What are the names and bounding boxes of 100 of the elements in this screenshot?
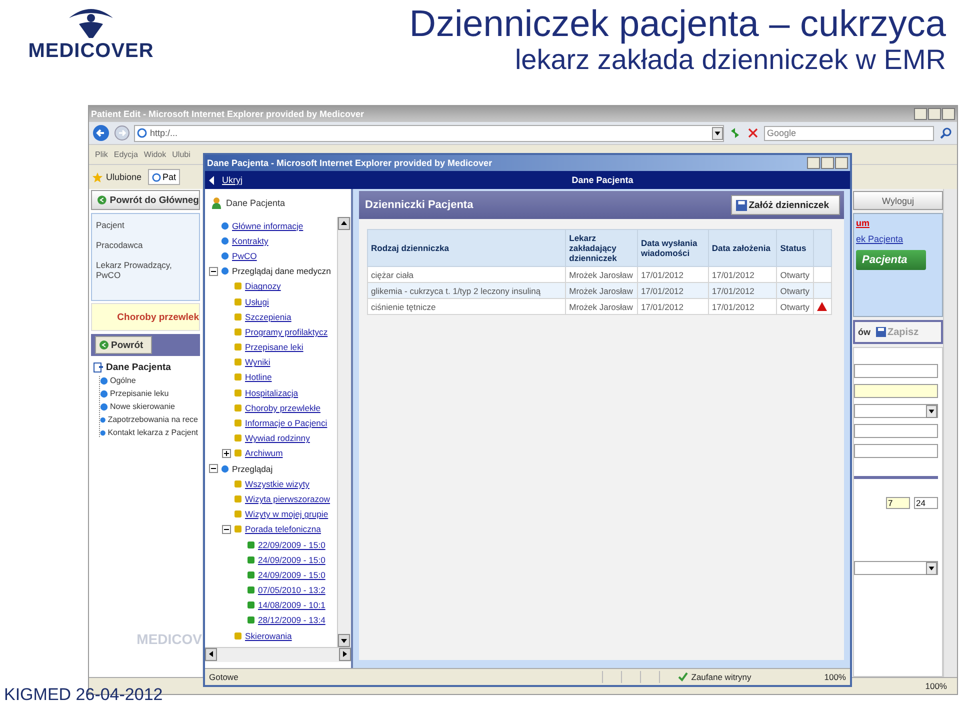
bullet-icon [234,449,242,458]
scrollbar[interactable] [337,217,351,647]
logout-button[interactable]: Wyloguj [853,191,943,210]
home-button[interactable]: Powrót do Główneg [91,190,200,210]
menu-item[interactable]: Edycja [114,150,138,159]
stop-icon[interactable] [746,126,760,140]
column-header: Status [776,230,814,266]
scroll-right-icon[interactable] [339,648,351,661]
scroll-left-icon[interactable] [205,648,217,661]
tree-link[interactable]: Archiwum [245,448,283,458]
input-field[interactable] [854,364,938,378]
patient-button[interactable]: Pacjenta [856,250,926,270]
slide-title: Dzienniczek pacjenta – cukrzyca [409,4,946,44]
bullet-icon [100,376,108,384]
zoom-level[interactable]: 100% [925,681,947,691]
scrollbar[interactable] [205,647,351,662]
bullet-icon [234,373,242,382]
tree-link[interactable]: 24/09/2009 - 15:0 [258,554,326,565]
field-label: Pracodawca [96,240,144,250]
tree-link[interactable]: PwCO [232,250,257,261]
alert-banner: Choroby przewlek [91,303,200,331]
dropdown-field[interactable] [854,561,938,575]
checkmark-icon [678,672,688,682]
bullet-icon [234,282,242,290]
hide-link[interactable]: Ukryj [222,175,242,185]
tree-item[interactable]: Przepisanie leku [110,389,169,398]
create-diary-button[interactable]: Załóż dzienniczek [730,195,840,215]
bullet-icon [100,428,106,436]
bullet-icon [234,343,242,352]
input-field[interactable] [854,444,938,458]
favorites-button[interactable]: Ulubione [92,172,142,182]
scroll-down-icon[interactable] [338,634,350,647]
tree-item[interactable]: Nowe skierowanie [110,402,175,411]
alert-link[interactable]: um [856,218,940,228]
menu-item[interactable]: Widok [144,150,166,159]
tree-item[interactable]: Dane Pacjenta [93,362,198,373]
toolbar-item[interactable]: ów [858,327,870,337]
slide-footer: KIGMED 26-04-2012 [4,685,163,705]
bullet-icon [234,388,242,397]
dropdown-field[interactable] [854,404,938,418]
scrollbar[interactable] [943,189,957,677]
tree-link[interactable]: Kontrakty [232,236,268,246]
tree-link[interactable]: 22/09/2009 - 15:0 [258,540,326,550]
tree-item[interactable]: Zapotrzebowania na rece [108,415,198,424]
tree-link[interactable]: Hospitalizacja [245,388,298,398]
search-icon[interactable] [938,126,954,140]
tree-link[interactable]: Wizyty w mojej grupie [245,509,328,520]
tree-item[interactable]: Kontakt lekarza z Pacjent [108,428,198,437]
tree-link[interactable]: Informacje o Pacjenci [245,418,328,428]
tree-link[interactable]: Wywiad rodzinny [245,433,310,444]
collapse-toggle-icon[interactable] [209,464,218,474]
tree-link[interactable]: Programy profilaktycz [245,326,328,337]
collapse-toggle-icon[interactable] [222,524,231,534]
patient-link[interactable]: ek Pacjenta [856,234,940,244]
tree-link[interactable]: Porada telefoniczna [245,524,321,534]
tree-item[interactable]: Ogólne [110,376,136,385]
address-bar[interactable]: http:/... [134,124,724,142]
tree-link[interactable]: Usługi [245,296,269,307]
bullet-icon [247,556,255,564]
tree-link[interactable]: Wszystkie wizyty [245,478,310,489]
browser-tab[interactable]: Pat [148,169,180,185]
tree-link[interactable]: Wizyta pierwszorazow [245,494,330,504]
menu-item[interactable]: Plik [95,150,108,159]
scroll-up-icon[interactable] [338,217,350,230]
return-button[interactable]: Powrót [95,336,152,354]
column-header: Data założenia [708,230,777,266]
tree-item[interactable]: Przeglądaj [232,464,273,474]
bullet-icon [221,252,229,260]
zoom-level[interactable]: 100% [824,672,846,682]
tree-link[interactable]: Diagnozy [245,281,281,292]
tree-link[interactable]: Główne informacje [232,220,304,231]
tree-item[interactable]: Przeglądaj dane medyczn [232,266,331,276]
bullet-icon [234,358,242,366]
tree-link[interactable]: Choroby przewlekłe [245,402,320,413]
bullet-icon [234,419,242,428]
tree-link[interactable]: Wyniki [245,357,270,368]
table-cell: 17/01/2012 [637,298,708,314]
collapse-toggle-icon[interactable] [209,266,218,276]
tree-link[interactable]: Hotline [245,372,272,382]
bullet-icon [234,298,242,306]
tree-link[interactable]: 24/09/2009 - 15:0 [258,570,326,580]
menu-item[interactable]: Ulubi [172,150,190,159]
expand-toggle-icon[interactable] [222,448,231,458]
bullet-icon [247,540,255,549]
number-field[interactable]: 7 [886,497,910,509]
tree-link[interactable]: Szczepienia [245,312,292,322]
bullet-icon [100,390,108,398]
bullet-icon [234,510,242,518]
tree-link[interactable]: 07/05/2010 - 13:2 [258,585,326,596]
tree-link[interactable]: 14/08/2009 - 10:1 [258,600,326,610]
input-field[interactable] [854,384,938,398]
search-field[interactable]: Google [764,126,934,140]
tree-link[interactable]: 28/12/2009 - 13:4 [258,615,326,626]
collapse-arrow-icon[interactable] [209,176,214,184]
tree-link[interactable]: Skierowania [245,630,292,641]
header-title: Dane Pacjenta [570,175,634,185]
number-field[interactable]: 24 [914,497,938,509]
input-field[interactable] [854,424,938,438]
window-title: Dane Pacjenta - Microsoft Internet Explorer provided by Medicover [207,158,492,168]
tree-link[interactable]: Przepisane leki [245,342,304,352]
